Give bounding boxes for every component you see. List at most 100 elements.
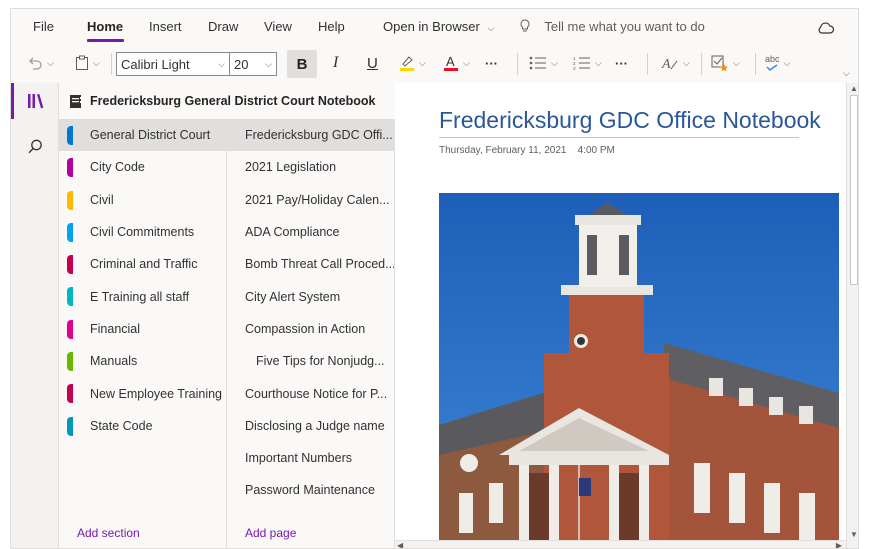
menu-file[interactable]: File [33, 19, 54, 34]
svg-text:A: A [446, 54, 455, 69]
section-item[interactable]: E Training all staff [59, 280, 226, 312]
tell-me-search[interactable]: Tell me what you want to do [519, 19, 705, 34]
section-label: General District Court [90, 128, 211, 143]
notebooks-icon[interactable] [27, 93, 45, 109]
toolbar-separator [755, 53, 756, 75]
highlight-button[interactable]: ⌵ [399, 51, 426, 75]
active-tab-indicator [87, 39, 124, 42]
font-color-button[interactable]: A ⌵ [443, 51, 470, 75]
bullets-button[interactable]: ⌵ [529, 51, 558, 75]
page-item[interactable]: Password Maintenance [227, 474, 394, 506]
menu-help[interactable]: Help [318, 19, 345, 34]
spellcheck-icon: abc [765, 55, 780, 71]
chevron-down-icon: ⌵ [683, 57, 690, 68]
add-page-button[interactable]: Add page [227, 526, 394, 548]
section-label: Civil [90, 192, 114, 207]
page-item[interactable]: Fredericksburg GDC Offi... [227, 119, 394, 152]
section-label: State Code [90, 418, 153, 433]
more-paragraph-button[interactable]: ··· [615, 51, 628, 75]
sections-pane: General District Court City Code Civil C… [59, 119, 227, 548]
scroll-down-icon[interactable]: ▼ [850, 530, 858, 539]
underline-button[interactable]: U [367, 51, 378, 75]
pages-pane: Fredericksburg GDC Offi... 2021 Legislat… [227, 119, 395, 548]
page-item[interactable]: Compassion in Action [227, 313, 394, 345]
page-date: Thursday, February 11, 2021 [439, 145, 567, 156]
tag-button[interactable]: ⌵ [711, 51, 740, 75]
font-name-select[interactable]: Calibri Light ⌵ [116, 52, 230, 76]
clipboard-icon [76, 55, 88, 70]
section-item[interactable]: State Code [59, 410, 226, 442]
notebook-icon [70, 94, 82, 108]
scroll-up-icon[interactable]: ▲ [850, 84, 858, 93]
section-color-tab [67, 352, 73, 372]
open-in-browser-button[interactable]: Open in Browser ⌵ [383, 19, 494, 34]
section-label: Civil Commitments [90, 225, 195, 240]
numbering-button[interactable]: 123 ⌵ [573, 51, 602, 75]
chevron-down-icon: ⌵ [265, 58, 272, 69]
search-icon[interactable] [28, 139, 43, 154]
italic-button[interactable]: I [333, 51, 338, 75]
toolbar-separator [701, 53, 702, 75]
chevron-down-icon: ⌵ [551, 57, 558, 68]
horizontal-scrollbar[interactable]: ◀ ▶ [395, 540, 846, 548]
section-item[interactable]: Criminal and Traffic [59, 248, 226, 280]
page-item[interactable]: City Alert System [227, 280, 394, 312]
page-item[interactable]: Courthouse Notice for P... [227, 377, 394, 409]
section-color-tab [67, 287, 73, 307]
title-underline [439, 137, 799, 138]
font-name-value: Calibri Light [121, 56, 190, 72]
menu-draw[interactable]: Draw [208, 19, 238, 34]
page-item[interactable]: ADA Compliance [227, 216, 394, 248]
ribbon-expand-button[interactable]: ⌵ [839, 61, 850, 85]
notebook-header[interactable]: Fredericksburg General District Court No… [59, 83, 395, 119]
section-color-tab [67, 416, 73, 436]
page-title[interactable]: Fredericksburg GDC Office Notebook [439, 107, 821, 134]
todo-tag-icon [711, 55, 728, 71]
scroll-left-icon[interactable]: ◀ [397, 541, 403, 548]
page-item[interactable]: 2021 Legislation [227, 151, 394, 183]
section-color-tab [67, 384, 73, 404]
chevron-down-icon: ⌵ [843, 67, 850, 78]
section-color-tab [67, 319, 73, 339]
page-canvas[interactable]: Fredericksburg GDC Office Notebook Thurs… [395, 83, 858, 548]
add-section-button[interactable]: Add section [59, 526, 226, 548]
page-datetime: Thursday, February 11, 2021 4:00 PM [439, 145, 615, 156]
page-item[interactable]: Important Numbers [227, 442, 394, 474]
spellcheck-label: abc [765, 54, 780, 64]
spelling-button[interactable]: abc ⌵ [765, 51, 790, 75]
menu-insert[interactable]: Insert [149, 19, 182, 34]
page-item[interactable]: Bomb Threat Call Proced... [227, 248, 394, 280]
undo-button[interactable]: ⌵ [27, 51, 54, 75]
chevron-down-icon: ⌵ [487, 23, 495, 33]
more-formatting-button[interactable]: ··· [485, 51, 498, 75]
scroll-right-icon[interactable]: ▶ [836, 541, 842, 548]
section-item[interactable]: Civil Commitments [59, 216, 226, 248]
styles-button[interactable]: A ⌵ [661, 51, 690, 75]
numbered-list-icon: 123 [573, 56, 590, 70]
menu-home[interactable]: Home [87, 19, 123, 34]
section-item[interactable]: Financial [59, 313, 226, 345]
menu-view[interactable]: View [264, 19, 292, 34]
paste-button[interactable]: ⌵ [75, 51, 100, 75]
section-item[interactable]: Manuals [59, 345, 226, 377]
subpage-item[interactable]: Five Tips for Nonjudg... [227, 345, 394, 377]
section-item[interactable]: Civil [59, 184, 226, 216]
chevron-down-icon: ⌵ [218, 58, 225, 69]
font-size-select[interactable]: 20 ⌵ [229, 52, 277, 76]
courthouse-photo[interactable] [439, 193, 839, 545]
cloud-sync-icon[interactable] [817, 21, 835, 35]
page-item[interactable]: Disclosing a Judge name [227, 410, 394, 442]
section-item[interactable]: New Employee Training [59, 377, 226, 409]
scrollbar-thumb[interactable] [850, 95, 858, 285]
vertical-scrollbar[interactable]: ▲ ▼ [846, 83, 858, 548]
chevron-down-icon: ⌵ [733, 57, 740, 68]
section-label: New Employee Training [90, 386, 223, 401]
section-item[interactable]: General District Court [59, 119, 226, 152]
undo-icon [29, 57, 42, 70]
section-label: Manuals [90, 354, 138, 369]
bold-button[interactable]: B [287, 50, 317, 78]
section-item[interactable]: City Code [59, 151, 226, 183]
page-item[interactable]: 2021 Pay/Holiday Calen... [227, 184, 394, 216]
rail-active-indicator [11, 83, 14, 119]
tell-me-placeholder: Tell me what you want to do [544, 19, 705, 34]
